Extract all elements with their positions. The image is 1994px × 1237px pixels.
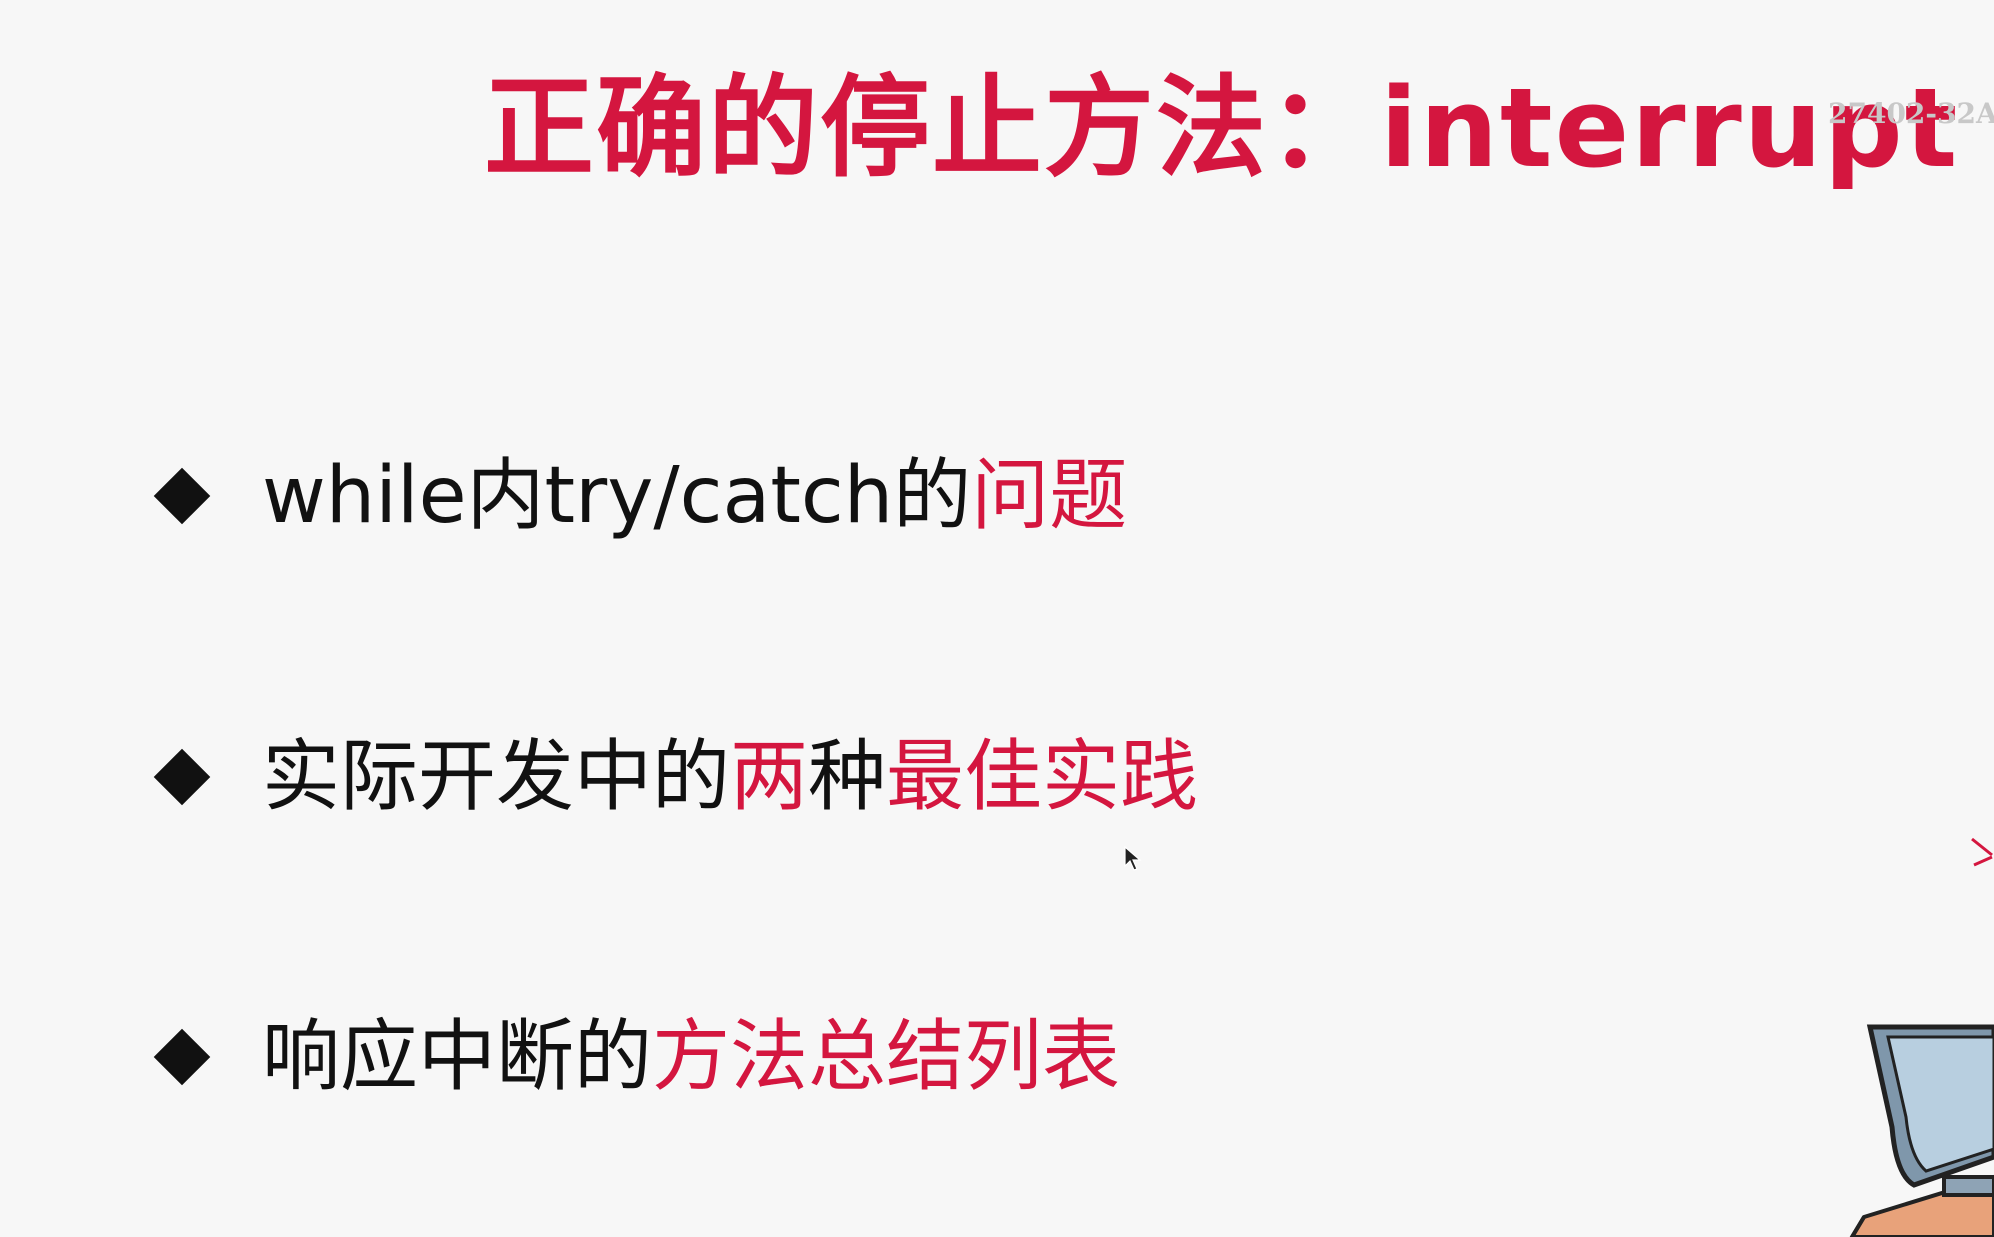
bullet-text: 响应中断的方法总结列表 xyxy=(262,1018,1120,1096)
bullet-item-2: 实际开发中的两种最佳实践 xyxy=(152,738,1198,816)
bullet-accent-text: 两 xyxy=(730,732,809,822)
monitor-illustration xyxy=(1849,1024,1994,1237)
bullet-plain-text: 响应中断的 xyxy=(262,1012,653,1102)
bullet-plain-text-2: 种 xyxy=(808,732,887,822)
diamond-bullet-icon xyxy=(153,748,211,806)
diamond-bullet-icon xyxy=(153,1028,211,1086)
bullet-accent-text-2: 最佳实践 xyxy=(886,732,1199,822)
watermark-text: 27402-32AB xyxy=(1828,97,1994,130)
bullet-plain-text: while内try/catch的 xyxy=(262,451,972,541)
bullet-plain-text: 实际开发中的 xyxy=(262,732,731,822)
diamond-bullet-icon xyxy=(153,467,211,525)
bullet-accent-text: 方法总结列表 xyxy=(652,1012,1121,1102)
slide-title: 正确的停止方法：interrupt xyxy=(484,64,1960,192)
decorative-mark xyxy=(1971,837,1993,867)
bullet-accent-text: 问题 xyxy=(971,451,1128,541)
bullet-text: while内try/catch的问题 xyxy=(262,457,1127,535)
bullet-text: 实际开发中的两种最佳实践 xyxy=(262,738,1198,816)
bullet-item-1: while内try/catch的问题 xyxy=(152,457,1127,535)
mouse-cursor-icon xyxy=(1124,846,1142,871)
bullet-item-3: 响应中断的方法总结列表 xyxy=(152,1018,1120,1096)
